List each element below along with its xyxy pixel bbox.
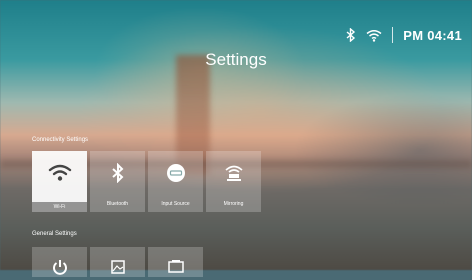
wifi-icon <box>48 163 72 188</box>
status-bar: PM 04:41 <box>346 26 462 44</box>
general-tiles <box>32 247 203 277</box>
connectivity-section-label: Connectivity Settings <box>32 137 89 143</box>
tile-label: Input Source <box>161 201 190 207</box>
tile-picture[interactable] <box>90 247 145 277</box>
tile-label: Bluetooth <box>106 201 129 207</box>
bluetooth-icon <box>111 162 125 188</box>
tile-wifi[interactable]: Wi-Fi <box>32 151 87 212</box>
general-section-label: General Settings <box>32 231 77 237</box>
page-title: Settings <box>205 50 267 69</box>
status-divider <box>392 27 394 43</box>
tile-power[interactable] <box>32 247 87 277</box>
bluetooth-icon <box>346 28 356 42</box>
tile-input-source[interactable]: Input Source <box>148 151 203 212</box>
clock: PM 04:41 <box>403 27 462 43</box>
tile-label: Wi-Fi <box>32 202 87 212</box>
wifi-icon <box>366 29 382 42</box>
connectivity-tiles: Wi-Fi Bluetooth Input Source Mirroring <box>32 151 261 212</box>
tile-label: Mirroring <box>223 201 244 207</box>
tile-display[interactable] <box>148 247 203 277</box>
mirroring-icon <box>223 163 245 188</box>
tile-bluetooth[interactable]: Bluetooth <box>90 151 145 212</box>
tile-mirroring[interactable]: Mirroring <box>206 151 261 212</box>
input-source-icon <box>166 163 186 188</box>
